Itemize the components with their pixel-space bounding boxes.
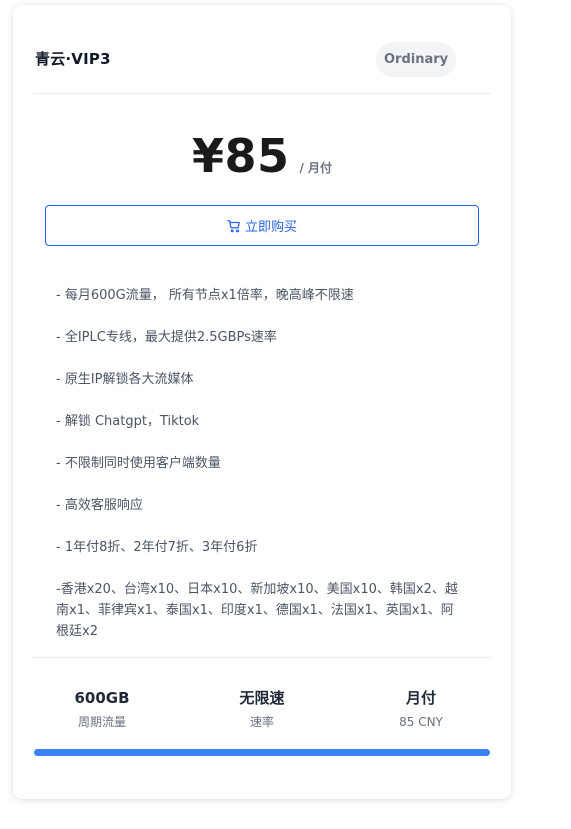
buy-now-button[interactable]: 立即购买	[45, 205, 479, 246]
stat-traffic: 600GB 周期流量	[27, 687, 177, 731]
stat-label: 85 CNY	[399, 715, 443, 729]
plan-card: 青云·VIP3 Ordinary ¥85 / 月付 立即购买 - 每月600G流量…	[13, 5, 511, 799]
price-period: / 月付	[299, 161, 333, 175]
stats-row: 600GB 周期流量 无限速 速率 月付 85 CNY	[13, 687, 511, 737]
plan-title: 青云·VIP3	[35, 50, 111, 68]
buy-now-label: 立即购买	[244, 220, 297, 235]
stat-value: 600GB	[74, 689, 130, 707]
stat-speed: 无限速 速率	[187, 687, 337, 731]
usage-progress-fill	[34, 749, 490, 756]
stat-value: 月付	[405, 689, 436, 707]
cart-icon	[227, 219, 245, 233]
stat-value: 无限速	[239, 689, 285, 707]
feature-item: - 1年付8折、2年付7折、3年付6折	[56, 540, 258, 555]
stat-label: 周期流量	[77, 715, 126, 729]
feature-item: - 全IPLC专线，最大提供2.5GBPs速率	[56, 330, 277, 345]
divider	[33, 657, 491, 658]
feature-list: - 每月600G流量， 所有节点x1倍率，晚高峰不限速 - 全IPLC专线，最大…	[56, 285, 466, 663]
plan-tier-badge: Ordinary	[376, 42, 457, 77]
feature-item: - 不限制同时使用客户端数量	[56, 456, 221, 471]
feature-item: - 每月600G流量， 所有节点x1倍率，晚高峰不限速	[56, 288, 354, 303]
usage-progress-bar	[34, 749, 490, 756]
price-amount: ¥85	[191, 129, 290, 183]
price-row: ¥85 / 月付	[13, 129, 511, 183]
stat-billing: 月付 85 CNY	[346, 687, 496, 731]
feature-item: - 高效客服响应	[56, 498, 143, 513]
feature-item: - 原生IP解锁各大流媒体	[56, 372, 194, 387]
stat-label: 速率	[249, 715, 274, 729]
feature-item: -香港x20、台湾x10、日本x10、新加坡x10、美国x10、韩国x2、越南x…	[56, 582, 458, 639]
feature-item: - 解锁 Chatgpt，Tiktok	[56, 414, 200, 429]
